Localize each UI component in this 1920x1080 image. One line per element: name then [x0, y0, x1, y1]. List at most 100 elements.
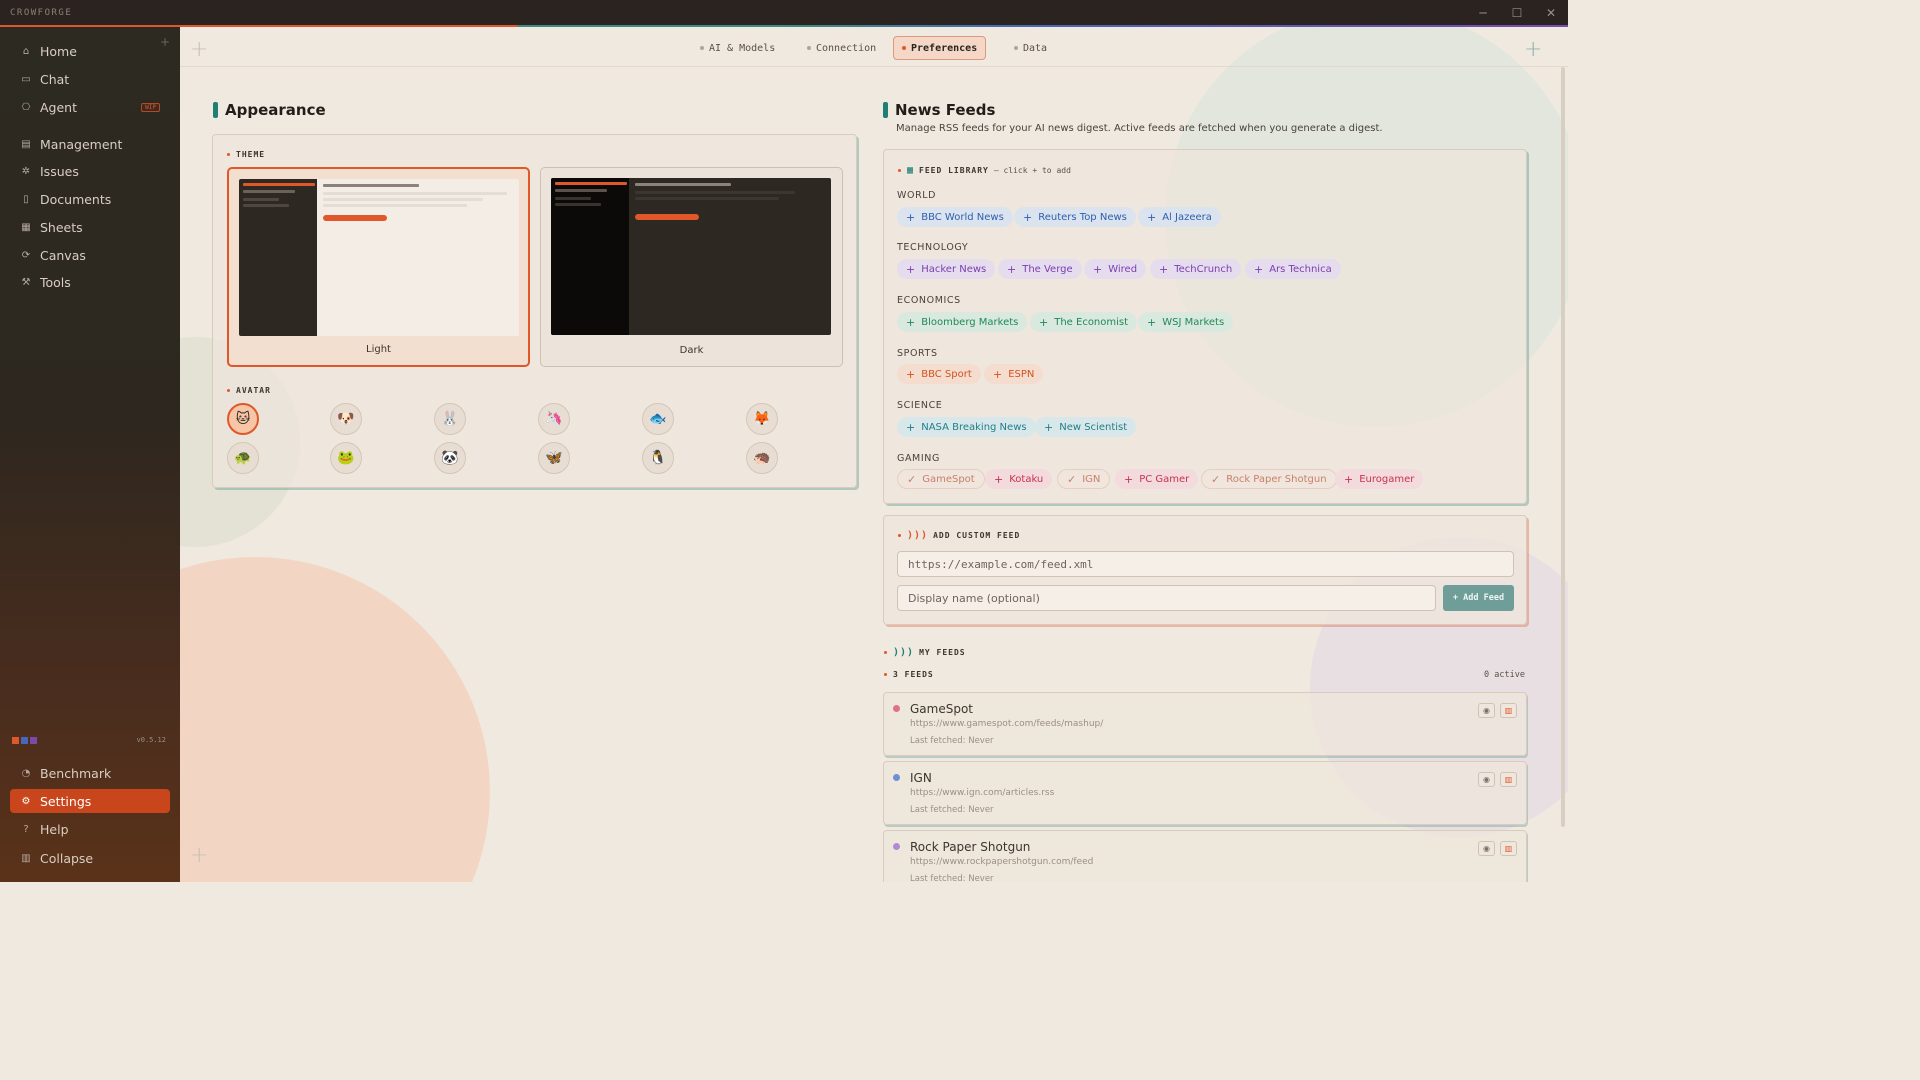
section-title-text: News Feeds: [895, 101, 996, 119]
sidebar-item-home[interactable]: ⌂ Home: [10, 39, 170, 63]
sidebar-item-chat[interactable]: ▭ Chat: [10, 67, 170, 91]
tab-dot: [700, 46, 704, 50]
avatar-fox-icon[interactable]: 🦊: [746, 403, 778, 435]
feed-chip[interactable]: + The Verge: [998, 259, 1082, 279]
theme-swatches: [12, 737, 37, 744]
tab-label: AI & Models: [709, 42, 776, 54]
sidebar-item-canvas[interactable]: ⟳ Canvas: [10, 243, 170, 267]
sidebar-item-benchmark[interactable]: ◔ Benchmark: [10, 761, 170, 785]
label-dot: [898, 169, 901, 172]
feed-url: https://www.rockpapershotgun.com/feed: [910, 857, 1094, 867]
avatar-fish-icon[interactable]: 🐟: [642, 403, 674, 435]
sidebar-item-label: Agent: [40, 99, 77, 115]
avatar-cat-icon[interactable]: 🐱: [227, 403, 259, 435]
feed-chip[interactable]: + BBC Sport: [897, 364, 981, 384]
plus-icon: +: [906, 262, 916, 276]
feed-last-fetched: Last fetched: Never: [910, 874, 994, 882]
sidebar-item-settings[interactable]: ⚙ Settings: [10, 789, 170, 813]
scrollbar[interactable]: [1561, 67, 1565, 827]
feed-chip[interactable]: + Ars Technica: [1245, 259, 1341, 279]
feed-chip[interactable]: + Eurogamer: [1335, 469, 1424, 489]
chip-label: NASA Breaking News: [921, 421, 1027, 433]
sidebar-item-sheets[interactable]: ▦ Sheets: [10, 215, 170, 239]
tab-dot: [1014, 46, 1018, 50]
chip-label: Ars Technica: [1269, 263, 1332, 275]
feed-chip[interactable]: + Bloomberg Markets: [897, 312, 1028, 332]
feed-chip[interactable]: + NASA Breaking News: [897, 417, 1036, 437]
maximize-button[interactable]: ☐: [1500, 0, 1534, 26]
my-feeds-label: ))) MY FEEDS: [884, 647, 966, 658]
chip-label: IGN: [1082, 473, 1101, 485]
theme-option-dark[interactable]: Dark: [540, 167, 843, 367]
sidebar-item-label: Issues: [40, 163, 79, 179]
feed-chip[interactable]: + ESPN: [984, 364, 1044, 384]
feeds-count: 3 FEEDS: [884, 670, 934, 679]
sidebar-item-help[interactable]: ? Help: [10, 817, 170, 841]
feed-chip[interactable]: + PC Gamer: [1115, 469, 1199, 489]
avatar-hedgehog-icon[interactable]: 🦔: [746, 442, 778, 474]
toggle-visibility-eye-icon[interactable]: ◉: [1478, 841, 1495, 856]
toggle-visibility-eye-icon[interactable]: ◉: [1478, 772, 1495, 787]
tab-label: Preferences: [911, 42, 978, 54]
feed-chip[interactable]: + Kotaku: [985, 469, 1053, 489]
feed-chip[interactable]: + Hacker News: [897, 259, 996, 279]
feed-chip[interactable]: + New Scientist: [1035, 417, 1137, 437]
avatar-butterfly-icon[interactable]: 🦋: [538, 442, 570, 474]
delete-trash-icon[interactable]: ▥: [1500, 841, 1517, 856]
avatar-dog-icon[interactable]: 🐶: [330, 403, 362, 435]
sidebar-item-label: Benchmark: [40, 765, 112, 781]
avatar-rabbit-icon[interactable]: 🐰: [434, 403, 466, 435]
feed-chip[interactable]: + Reuters Top News: [1014, 207, 1136, 227]
chat-icon: ▭: [21, 73, 31, 85]
my-feeds-label-text: MY FEEDS: [919, 648, 966, 657]
feed-chip-added[interactable]: ✓ IGN: [1057, 469, 1111, 489]
avatar-penguin-icon[interactable]: 🐧: [642, 442, 674, 474]
feed-chip[interactable]: + BBC World News: [897, 207, 1013, 227]
tab-preferences[interactable]: Preferences: [893, 36, 987, 60]
sidebar-item-tools[interactable]: ⚒ Tools: [10, 270, 170, 294]
minimize-button[interactable]: ─: [1466, 0, 1500, 26]
add-feed-button[interactable]: + Add Feed: [1443, 585, 1514, 611]
feed-display-name-input[interactable]: Display name (optional): [897, 585, 1436, 611]
feed-last-fetched: Last fetched: Never: [910, 736, 994, 746]
close-button[interactable]: ✕: [1534, 0, 1568, 26]
check-icon: ✓: [1067, 472, 1077, 486]
sidebar-item-documents[interactable]: ▯ Documents: [10, 187, 170, 211]
avatar-frog-icon[interactable]: 🐸: [330, 442, 362, 474]
sidebar-item-issues[interactable]: ✲ Issues: [10, 159, 170, 183]
home-icon: ⌂: [22, 45, 30, 57]
delete-trash-icon[interactable]: ▥: [1500, 703, 1517, 718]
delete-trash-icon[interactable]: ▥: [1500, 772, 1517, 787]
feed-chip-added[interactable]: ✓ GameSpot: [897, 469, 985, 489]
avatar-label: AVATAR: [227, 386, 271, 395]
preview-line: [243, 190, 295, 193]
feed-chip[interactable]: + Wired: [1084, 259, 1147, 279]
avatar-unicorn-icon[interactable]: 🦄: [538, 403, 570, 435]
avatar-turtle-icon[interactable]: 🐢: [227, 442, 259, 474]
feed-chip[interactable]: + Al Jazeera: [1138, 207, 1221, 227]
tab-ai-models[interactable]: AI & Models: [692, 36, 783, 60]
tab-label: Data: [1023, 42, 1048, 54]
feed-last-fetched: Last fetched: Never: [910, 805, 994, 815]
feed-chip[interactable]: + TechCrunch: [1150, 259, 1242, 279]
feed-url-input[interactable]: https://example.com/feed.xml: [897, 551, 1514, 577]
sidebar-item-agent[interactable]: ⎔ Agent WIP: [10, 95, 170, 119]
feed-chip[interactable]: + The Economist: [1030, 312, 1138, 332]
label-dot: [227, 153, 230, 156]
chip-label: Bloomberg Markets: [921, 316, 1019, 328]
sidebar-item-label: Collapse: [40, 850, 94, 866]
sidebar-item-management[interactable]: ▤ Management: [10, 132, 170, 156]
avatar-panda-icon[interactable]: 🐼: [434, 442, 466, 474]
sidebar-item-collapse[interactable]: ▥ Collapse: [10, 846, 170, 870]
feed-chip[interactable]: + WSJ Markets: [1138, 312, 1234, 332]
preview-line: [243, 198, 279, 201]
section-bar: [213, 102, 218, 118]
chip-label: PC Gamer: [1139, 473, 1190, 485]
feed-chip-added[interactable]: ✓ Rock Paper Shotgun: [1201, 469, 1337, 489]
sidebar-item-label: Canvas: [40, 247, 86, 263]
toggle-visibility-eye-icon[interactable]: ◉: [1478, 703, 1495, 718]
tab-data[interactable]: Data: [1006, 36, 1055, 60]
tab-connection[interactable]: Connection: [799, 36, 884, 60]
category-science: SCIENCE: [897, 400, 943, 411]
theme-option-light[interactable]: Light: [227, 167, 530, 367]
